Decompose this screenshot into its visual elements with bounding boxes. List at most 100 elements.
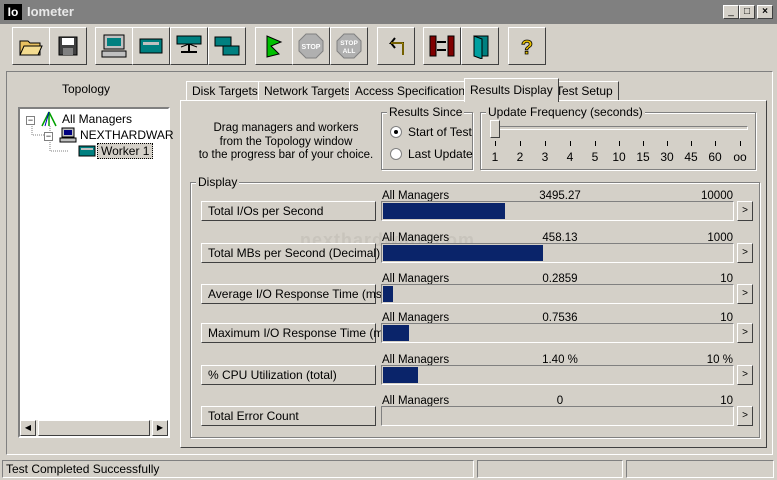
metric-progress-bar[interactable] [381, 323, 734, 343]
freq-tick-label: 30 [660, 150, 674, 164]
freq-tick-label: 4 [566, 150, 574, 164]
tree-hscrollbar[interactable]: ◀ ▶ [20, 420, 168, 436]
worker-disk-icon [78, 145, 96, 157]
freq-tick-label: 60 [708, 150, 722, 164]
freq-tick-label: 2 [516, 150, 524, 164]
metric-select-button[interactable]: Total Error Count [201, 406, 376, 426]
metric-progress-fill [383, 245, 543, 261]
freq-tick-label: 15 [636, 150, 650, 164]
tab-access-specifications[interactable]: Access Specifications [349, 81, 478, 101]
metric-expand-arrow-icon[interactable]: > [737, 365, 753, 385]
help-button[interactable]: ? [508, 27, 546, 65]
radio-last-update-label[interactable]: Last Update [408, 147, 473, 161]
tree-item-worker[interactable]: Worker 1 [97, 143, 154, 159]
results-since-group [381, 112, 473, 170]
exit-compare-icon [429, 35, 455, 57]
metric-expand-arrow-icon[interactable]: > [737, 201, 753, 221]
radio-last-update[interactable] [390, 148, 402, 160]
results-since-label: Results Since [387, 105, 465, 119]
freq-tick-label: 5 [591, 150, 599, 164]
tab-disk-targets[interactable]: Disk Targets [186, 81, 264, 101]
stop-all-button[interactable]: STOP ALL [330, 27, 368, 65]
status-cell [626, 460, 774, 478]
topology-tree[interactable]: − All Managers − NEXTHARDWAR Worker 1 [18, 107, 174, 438]
metric-expand-arrow-icon[interactable]: > [737, 284, 753, 304]
metric-progress-bar[interactable] [381, 284, 734, 304]
svg-text:STOP: STOP [302, 44, 321, 51]
toolbar: STOP STOP ALL ? [0, 24, 777, 68]
metric-select-button[interactable]: Maximum I/O Response Time (ms) [201, 323, 393, 343]
close-button[interactable]: × [757, 5, 773, 19]
metric-progress-bar[interactable] [381, 365, 734, 385]
disconnect-button[interactable] [423, 27, 461, 65]
tab-network-targets[interactable]: Network Targets [258, 81, 357, 101]
tab-test-setup[interactable]: Test Setup [550, 81, 619, 101]
tree-item-manager[interactable]: NEXTHARDWAR [80, 128, 174, 142]
network-worker-icon [176, 35, 202, 53]
metric-progress-bar[interactable] [381, 201, 734, 221]
start-flag-icon [266, 35, 283, 58]
freq-tick-label: 3 [541, 150, 549, 164]
metric-select-button[interactable]: % CPU Utilization (total) [201, 365, 376, 385]
scroll-thumb[interactable] [38, 420, 150, 436]
disk-worker-icon [139, 38, 163, 54]
save-disk-icon [58, 36, 78, 56]
topology-label: Topology [61, 82, 111, 96]
display-label: Display [196, 175, 240, 189]
expand-manager-toggle[interactable]: − [44, 132, 53, 141]
app-icon: Io [4, 4, 22, 20]
title-bar[interactable]: Io Iometer _ □ × [0, 0, 777, 24]
new-network-worker-button[interactable] [170, 27, 208, 65]
freq-tick-label: oo [733, 150, 747, 164]
update-frequency-label: Update Frequency (seconds) [486, 105, 645, 119]
metric-progress-fill [383, 367, 418, 383]
metric-progress-fill [383, 286, 393, 302]
tab-results-display[interactable]: Results Display [464, 78, 559, 102]
duplicate-worker-icon [214, 36, 240, 56]
open-folder-icon [19, 40, 43, 56]
metric-expand-arrow-icon[interactable]: > [737, 323, 753, 343]
metric-select-button[interactable]: Total MBs per Second (Decimal) [201, 243, 380, 263]
start-tests-button[interactable] [255, 27, 293, 65]
metric-progress-fill [383, 325, 409, 341]
expand-root-toggle[interactable]: − [26, 116, 35, 125]
save-button[interactable] [49, 27, 87, 65]
stop-button[interactable]: STOP [292, 27, 330, 65]
svg-text:STOP: STOP [340, 40, 358, 47]
stop-all-icon: STOPALL [336, 33, 362, 59]
metric-expand-arrow-icon[interactable]: > [737, 243, 753, 263]
svg-text:ALL: ALL [343, 48, 356, 55]
help-icon: ? [520, 37, 533, 59]
radio-start-of-test[interactable] [390, 126, 402, 138]
status-cell [477, 460, 623, 478]
status-bar: Test Completed Successfully [0, 458, 777, 480]
exit-button[interactable] [461, 27, 499, 65]
metric-select-button[interactable]: Average I/O Response Time (ms) [201, 284, 386, 304]
update-frequency-track[interactable] [494, 126, 748, 130]
svg-text:?: ? [521, 37, 533, 59]
maximize-button[interactable]: □ [739, 5, 755, 19]
drag-instructions: Drag managers and workers from the Topol… [198, 122, 374, 161]
metric-progress-bar[interactable] [381, 243, 734, 263]
new-disk-worker-button[interactable] [132, 27, 170, 65]
reset-icon [388, 37, 404, 55]
freq-tick-label: 1 [491, 150, 499, 164]
scroll-left-icon[interactable]: ◀ [20, 420, 36, 436]
open-button[interactable] [12, 27, 50, 65]
new-manager-button[interactable] [95, 27, 133, 65]
radio-start-of-test-label[interactable]: Start of Test [408, 125, 472, 139]
metric-select-button[interactable]: Total I/Os per Second [201, 201, 376, 221]
scroll-right-icon[interactable]: ▶ [152, 420, 168, 436]
tree-item-all-managers[interactable]: All Managers [62, 112, 132, 126]
manager-computer-icon [59, 127, 77, 143]
metric-progress-bar[interactable] [381, 406, 734, 426]
freq-tick-label: 45 [684, 150, 698, 164]
stop-icon: STOP [298, 33, 324, 59]
duplicate-worker-button[interactable] [208, 27, 246, 65]
metric-expand-arrow-icon[interactable]: > [737, 406, 753, 426]
reset-workers-button[interactable] [377, 27, 415, 65]
update-frequency-slider-thumb[interactable] [490, 120, 500, 138]
metric-progress-fill [383, 203, 505, 219]
window-title: Iometer [27, 4, 74, 19]
minimize-button[interactable]: _ [723, 5, 739, 19]
